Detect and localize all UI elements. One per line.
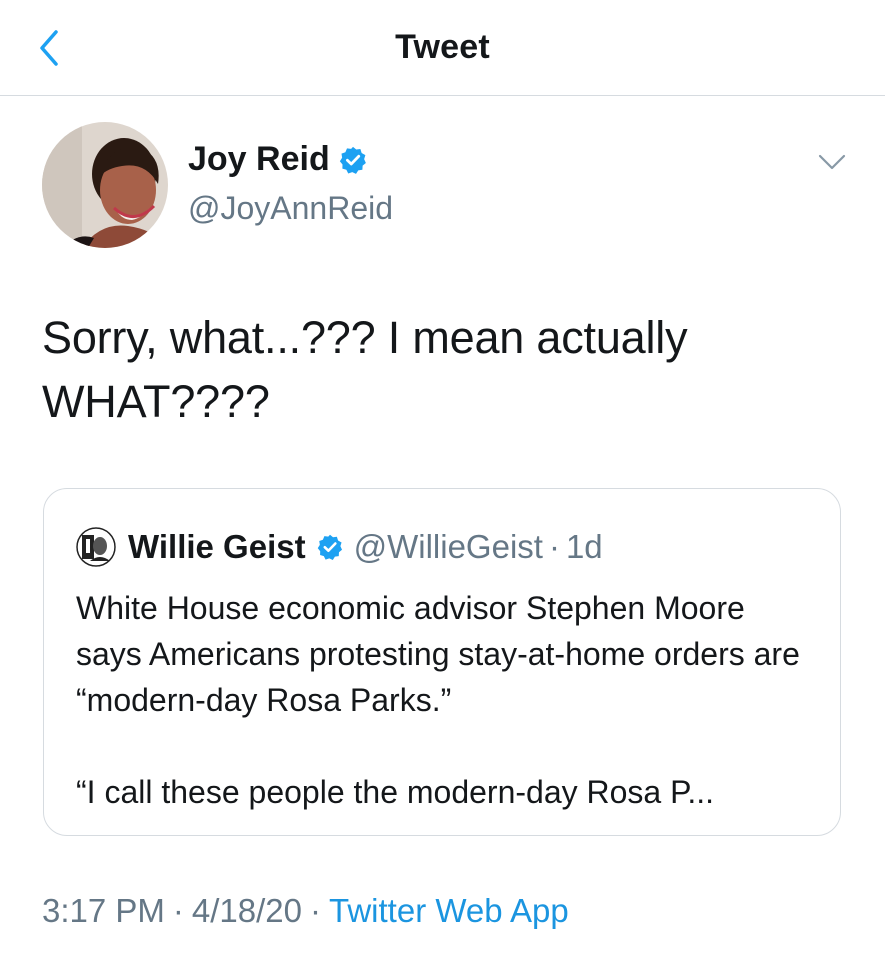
quoted-tweet-card[interactable]: Willie Geist @WillieGeist · 1d White Hou… (43, 488, 841, 836)
tweet-text: Sorry, what...??? I mean actually WHAT??… (42, 306, 842, 434)
quoted-verified-badge (316, 533, 344, 561)
tweet-text-line: WHAT???? (42, 376, 270, 427)
quoted-author-name: Willie Geist (128, 528, 306, 565)
avatar-photo (76, 527, 116, 567)
quoted-tweet-paragraph: “I call these people the modern-day Rosa… (76, 774, 714, 810)
page-title: Tweet (395, 28, 490, 66)
quoted-tweet-time: 1d (565, 528, 603, 565)
author-name[interactable]: Joy Reid (188, 140, 368, 179)
author-avatar[interactable] (42, 122, 168, 248)
quoted-tweet-header: Willie Geist @WillieGeist · 1d (76, 527, 603, 567)
tweet-text-line: Sorry, what...??? I mean actually (42, 312, 688, 363)
verified-badge-icon (317, 534, 342, 560)
chevron-down-icon (818, 154, 846, 170)
separator-dot: · (310, 892, 322, 929)
verified-badge-icon (339, 146, 366, 174)
author-handle[interactable]: @JoyAnnReid (188, 190, 393, 227)
quoted-tweet-text: White House economic advisor Stephen Moo… (76, 585, 816, 815)
tweet-menu-button[interactable] (816, 150, 848, 174)
quoted-author-handle: @WillieGeist (353, 528, 543, 565)
separator-dot: · (548, 528, 560, 565)
top-bar: Tweet (0, 0, 885, 96)
tweet-source-link[interactable]: Twitter Web App (329, 892, 569, 929)
quoted-author-avatar (76, 527, 116, 567)
tweet-date: 4/18/20 (191, 892, 303, 929)
separator-dot: · (172, 892, 184, 929)
author-name-text: Joy Reid (188, 140, 330, 178)
tweet-time: 3:17 PM (42, 892, 165, 929)
quoted-tweet-paragraph: White House economic advisor Stephen Moo… (76, 590, 800, 718)
tweet-meta: 3:17 PM · 4/18/20 · Twitter Web App (42, 892, 569, 930)
avatar-photo (42, 122, 168, 248)
